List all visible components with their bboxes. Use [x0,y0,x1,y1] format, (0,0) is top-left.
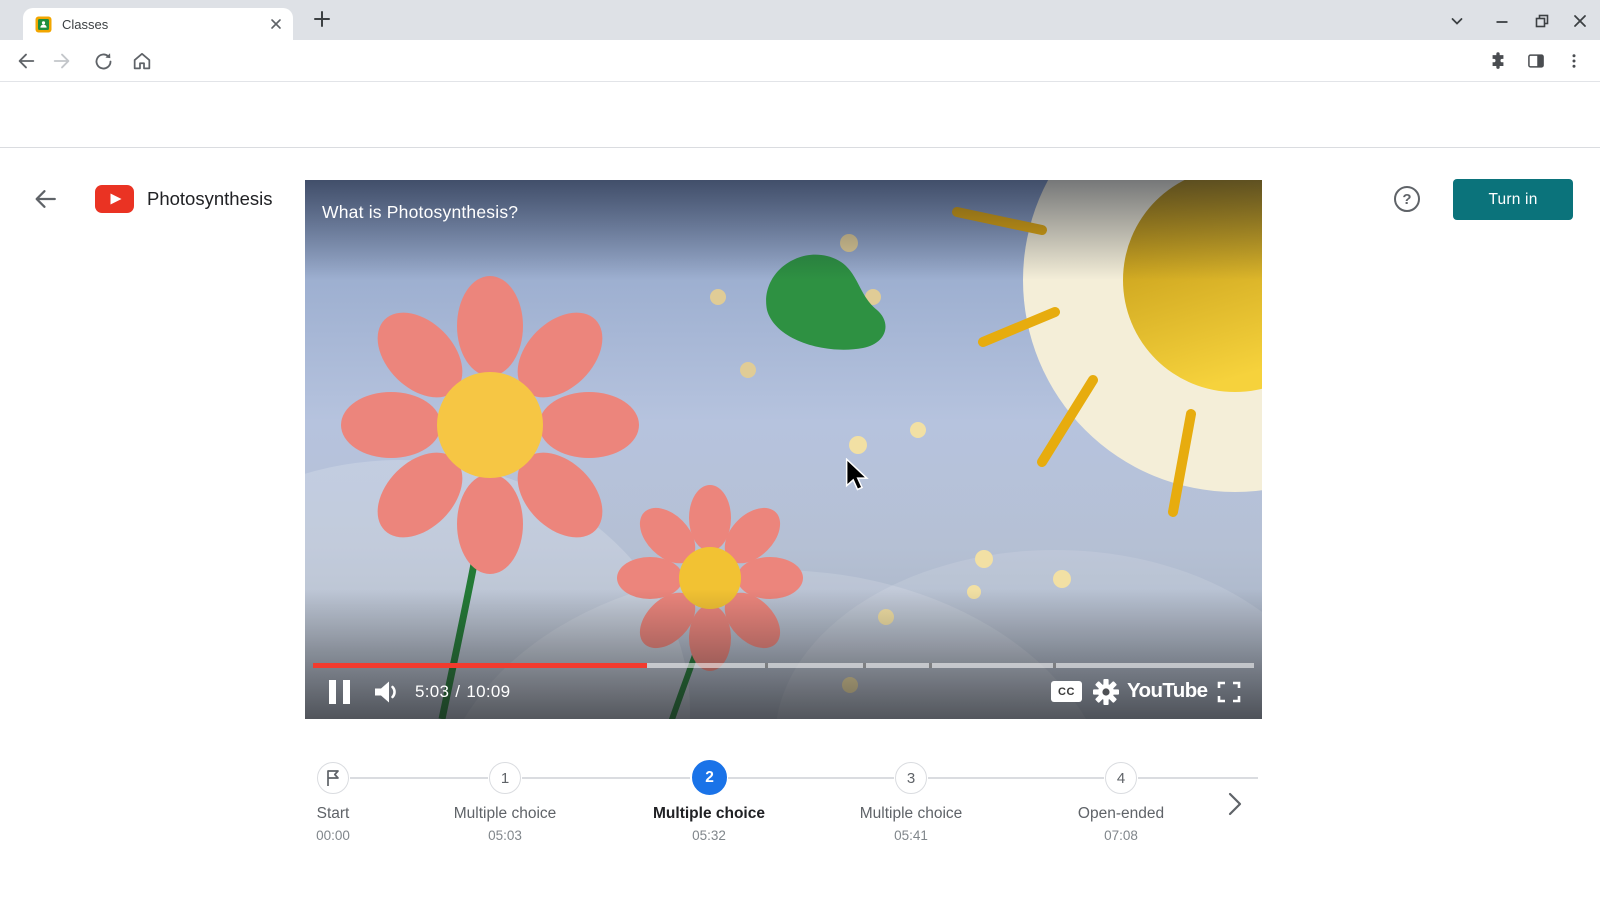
timeline-label-4: Open-ended 07:08 [1011,805,1231,843]
youtube-wordmark[interactable]: YouTube [1127,679,1207,703]
video-top-gradient [305,180,1262,280]
window-minimize-button[interactable] [1485,8,1519,34]
time-separator: / [455,682,460,702]
forward-nav-icon[interactable] [50,49,74,73]
browser-menu-icon[interactable] [1562,49,1586,73]
tab-close-icon[interactable] [269,17,283,31]
timeline-next-chevron[interactable] [1222,790,1248,818]
timeline-label-2: Multiple choice 05:32 [599,805,819,843]
mouse-cursor [845,458,871,497]
tab-search-chevron-icon[interactable] [1440,8,1474,34]
youtube-logo-icon [95,185,134,218]
browser-tab-strip: Classes [0,0,1600,40]
settings-gear-icon[interactable] [1093,679,1119,710]
classroom-player-header: Photosynthesis ? Turn in [0,82,1600,148]
back-nav-icon[interactable] [14,49,38,73]
side-panel-icon[interactable] [1524,49,1548,73]
timeline-label-3: Multiple choice 05:41 [801,805,1021,843]
timeline-node-3[interactable]: 3 [895,762,927,794]
chapter-marker [1053,663,1056,668]
extensions-puzzle-icon[interactable] [1486,49,1510,73]
timeline-node-2[interactable]: 2 [692,760,727,795]
flower-large-center [437,372,543,478]
captions-button[interactable]: CC [1051,681,1082,702]
fullscreen-icon[interactable] [1217,681,1241,708]
video-progress-played [313,663,647,668]
new-tab-button[interactable] [305,6,339,32]
video-duration: 10:09 [466,682,510,702]
back-arrow-icon[interactable] [32,186,58,217]
timeline-node-start[interactable] [317,762,349,794]
timeline-node-4[interactable]: 4 [1105,762,1137,794]
browser-tab-classes[interactable]: Classes [23,8,293,40]
chapter-marker [929,663,932,668]
timeline-label-1: Multiple choice 05:03 [395,805,615,843]
volume-icon[interactable] [371,678,403,711]
timeline-node-1[interactable]: 1 [489,762,521,794]
pause-button[interactable] [329,680,350,704]
video-player[interactable]: What is Photosynthesis? 5:03 / 10:09 CC [305,180,1262,719]
help-icon[interactable]: ? [1394,186,1420,212]
video-overlay-title: What is Photosynthesis? [322,202,518,223]
turn-in-button[interactable]: Turn in [1453,179,1573,220]
tab-title: Classes [62,17,269,32]
browser-toolbar: classroom.google.com [0,40,1600,82]
window-restore-button[interactable] [1525,8,1559,34]
page-title: Photosynthesis [147,188,272,210]
window-close-button[interactable] [1563,8,1597,34]
video-time-display: 5:03 / 10:09 [415,682,510,702]
reload-icon[interactable] [91,49,115,73]
current-time: 5:03 [415,682,449,702]
classroom-favicon-icon [35,16,52,33]
home-icon[interactable] [130,49,154,73]
chapter-marker [863,663,866,668]
chapter-marker [765,663,768,668]
flag-icon [325,769,341,787]
video-progress-bar[interactable] [313,663,1254,668]
